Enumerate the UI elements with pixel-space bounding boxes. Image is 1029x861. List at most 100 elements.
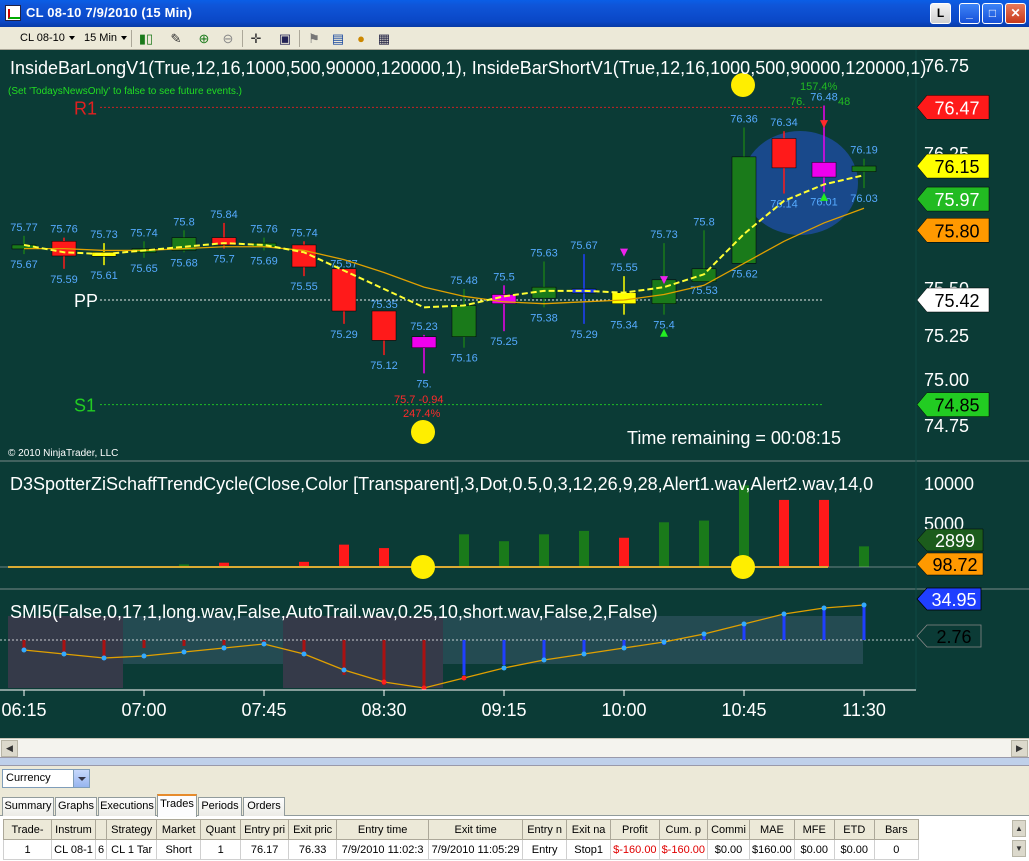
column-header[interactable]: Market — [156, 819, 202, 840]
table-cell: $0.00 — [707, 839, 750, 860]
pivot-label-s1: S1 — [74, 396, 96, 416]
column-header[interactable]: Profit — [610, 819, 660, 840]
currency-icon[interactable]: ● — [352, 30, 370, 47]
price-marker-label: 75.97 — [934, 190, 979, 210]
time-axis: 06:15 07:00 07:45 08:30 09:15 10:00 10:45 11:30 — [0, 689, 916, 720]
smi-point — [861, 602, 867, 608]
column-header[interactable]: MFE — [793, 819, 835, 840]
price-candle[interactable] — [811, 162, 837, 178]
scroll-down-icon[interactable]: ▼ — [1012, 840, 1026, 857]
toolbar-separator — [242, 30, 243, 47]
candle-low-label: 75.34 — [610, 320, 638, 332]
price-marker-label: 76.47 — [934, 98, 979, 118]
price-candle[interactable] — [771, 138, 797, 169]
table-cell: Short — [156, 839, 202, 860]
maximize-button[interactable]: □ — [982, 3, 1003, 24]
panel-splitter[interactable] — [0, 757, 1029, 766]
tab-trades[interactable]: Trades — [157, 794, 197, 817]
properties-icon[interactable]: ▣ — [276, 30, 294, 47]
table-cell: $-160.00 — [658, 839, 709, 860]
zoom-in-icon[interactable]: ⊕ — [195, 30, 213, 47]
scroll-left-icon[interactable]: ◀ — [1, 740, 18, 757]
close-button[interactable]: ✕ — [1005, 3, 1026, 24]
signal-arrow-icon — [820, 120, 828, 129]
price-panel[interactable]: R1PPS176.7576.2575.5075.2575.0074.7575.7… — [10, 56, 990, 444]
column-header[interactable]: Entry pri — [240, 819, 290, 840]
data-box-icon[interactable]: ▦ — [375, 30, 393, 47]
pen-icon[interactable]: ✎ — [167, 30, 185, 47]
column-header[interactable]: Exit pric — [288, 819, 338, 840]
tab-summary[interactable]: Summary — [2, 797, 54, 816]
price-candle[interactable] — [611, 292, 637, 304]
candle-high-label: 75.23 — [410, 321, 438, 333]
chevron-down-icon — [68, 36, 75, 41]
column-header[interactable]: Entry n — [522, 819, 568, 840]
smi-point — [821, 605, 827, 611]
crosshair-icon[interactable]: ✛ — [247, 30, 265, 47]
column-header[interactable]: ETD — [833, 819, 875, 840]
column-header[interactable]: Entry time — [336, 819, 430, 840]
column-header[interactable]: Quant — [200, 819, 242, 840]
candle-low-label: 75.59 — [50, 274, 78, 286]
interval-dropdown[interactable]: 15 Min — [84, 30, 128, 47]
column-header[interactable]: Bars — [873, 819, 919, 840]
column-header[interactable]: Exit na — [566, 819, 612, 840]
tab-orders[interactable]: Orders — [243, 797, 285, 816]
price-marker-label: 76.15 — [934, 157, 979, 177]
price-candle[interactable] — [411, 336, 437, 348]
column-header[interactable]: Exit time — [428, 819, 524, 840]
candle-high-label: 75.35 — [370, 299, 398, 311]
candle-high-label: 75.5 — [493, 271, 514, 283]
column-header[interactable]: MAE — [749, 819, 795, 840]
instrument-dropdown[interactable]: CL 08-10 — [20, 30, 75, 47]
display-unit-row: Currency — [0, 766, 1029, 792]
toolbar-separator — [131, 30, 132, 47]
price-candle[interactable] — [851, 165, 877, 172]
column-header[interactable]: Commi — [707, 819, 750, 840]
chart-horizontal-scrollbar[interactable]: ◀ ▶ — [0, 738, 1029, 757]
news-event-dot[interactable] — [411, 420, 435, 444]
help-button[interactable]: L — [930, 3, 951, 24]
schaff-bar — [699, 520, 709, 567]
schaff-bar — [459, 534, 469, 567]
column-header[interactable]: Instrum — [51, 819, 96, 840]
column-header[interactable]: Trade- — [3, 819, 52, 840]
title-bar[interactable]: CL 08-10 7/9/2010 (15 Min) L _ □ ✕ — [0, 0, 1029, 27]
candlestick-icon[interactable]: ▮▯ — [137, 30, 155, 47]
gain-trade-label-2: 48 — [838, 96, 850, 108]
column-header[interactable] — [94, 819, 108, 840]
minimize-button[interactable]: _ — [959, 3, 980, 24]
zoom-out-icon[interactable]: ⊖ — [219, 30, 237, 47]
tab-executions[interactable]: Executions — [98, 797, 156, 816]
smi-point — [21, 647, 27, 653]
strategy-icon[interactable]: ⚑ — [305, 30, 323, 47]
table-cell: 1 — [3, 839, 52, 860]
scroll-right-icon[interactable]: ▶ — [1011, 740, 1028, 757]
news-event-dot[interactable] — [411, 555, 435, 579]
chart-area[interactable]: R1PPS176.7576.2575.5075.2575.0074.7575.7… — [0, 50, 1029, 738]
table-row[interactable]: 1 CL 08-1 6 CL 1 Tar Short 1 76.17 76.33 7/9/201… — [3, 839, 919, 860]
trades-table: Trade- Instrum Strategy Market Quant Entry pr… — [3, 819, 919, 860]
chevron-down-icon — [121, 36, 128, 41]
table-cell: 7/9/2010 11:02:3 — [336, 839, 430, 860]
table-cell: 76.17 — [240, 839, 290, 860]
price-candle[interactable] — [451, 305, 477, 337]
column-header[interactable]: Strategy — [106, 819, 158, 840]
tab-periods[interactable]: Periods — [198, 797, 242, 816]
chart-toolbar: CL 08-10 15 Min ▮▯ ✎ ⊕ ⊖ ✛ ▣ ⚑ ▤ ● ▦ — [0, 27, 1029, 50]
chart-canvas[interactable]: R1PPS176.7576.2575.5075.2575.0074.7575.7… — [0, 50, 1029, 738]
smi-point — [541, 657, 547, 663]
interval-label: 15 Min — [84, 32, 118, 44]
schaff-bar — [379, 548, 389, 567]
price-candle[interactable] — [731, 156, 757, 264]
candle-low-label: 75.12 — [370, 360, 398, 372]
candle-low-label: 76.03 — [850, 193, 878, 205]
price-candle[interactable] — [371, 310, 397, 341]
candle-high-label: 75.67 — [570, 240, 598, 252]
tab-graphs[interactable]: Graphs — [55, 797, 97, 816]
currency-dropdown[interactable]: Currency — [2, 769, 90, 788]
news-event-dot[interactable] — [731, 555, 755, 579]
indicator-icon[interactable]: ▤ — [329, 30, 347, 47]
scroll-up-icon[interactable]: ▲ — [1012, 820, 1026, 837]
column-header[interactable]: Cum. p — [658, 819, 709, 840]
